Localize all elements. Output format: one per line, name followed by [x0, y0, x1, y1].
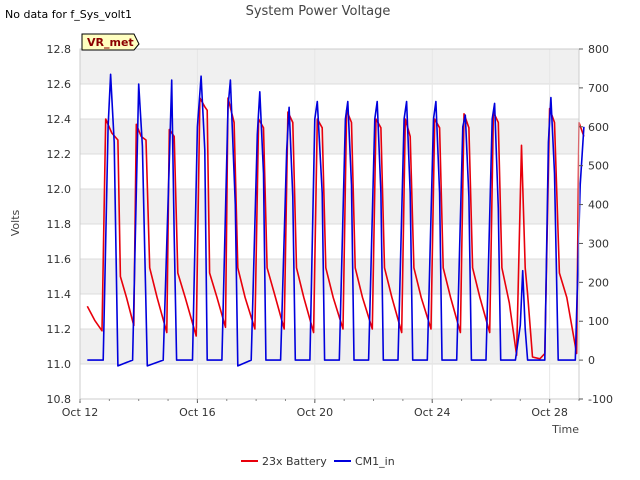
- x-tick-label: Oct 28: [531, 406, 568, 419]
- y2-tick-label: -100: [588, 393, 613, 406]
- grid-band: [80, 329, 579, 364]
- legend-label-cm1: CM1_in: [355, 455, 395, 468]
- x-tick-label: Oct 16: [179, 406, 216, 419]
- y-tick-label: 11.4: [47, 288, 72, 301]
- chart: No data for f_Sys_volt1 System Power Vol…: [0, 0, 640, 480]
- vr-met-badge: VR_met: [81, 33, 140, 51]
- y-tick-label: 12.0: [47, 183, 72, 196]
- grid-band: [80, 119, 579, 154]
- x-axis-title: Time: [551, 423, 579, 436]
- y-tick-label: 12.6: [47, 78, 72, 91]
- x-tick-label: Oct 24: [414, 406, 451, 419]
- y-tick-label: 11.2: [47, 323, 72, 336]
- legend-label-battery: 23x Battery: [262, 455, 327, 468]
- y2-tick-label: 600: [588, 121, 609, 134]
- x-tick-label: Oct 20: [297, 406, 334, 419]
- y-tick-label: 11.6: [47, 253, 72, 266]
- y-tick-label: 11.0: [47, 358, 72, 371]
- x-tick-label: Oct 12: [62, 406, 99, 419]
- y-tick-label: 12.2: [47, 148, 72, 161]
- y-tick-label: 12.4: [47, 113, 72, 126]
- y2-tick-label: 100: [588, 315, 609, 328]
- y2-tick-label: 500: [588, 160, 609, 173]
- chart-title: System Power Voltage: [246, 4, 391, 19]
- y2-tick-label: 700: [588, 82, 609, 95]
- legend: 23x Battery CM1_in: [241, 455, 395, 468]
- grid-band: [80, 189, 579, 224]
- y-tick-label: 12.8: [47, 43, 72, 56]
- no-data-note: No data for f_Sys_volt1: [5, 8, 132, 21]
- y2-tick-label: 800: [588, 43, 609, 56]
- y2-tick-label: 300: [588, 237, 609, 250]
- badge-label: VR_met: [87, 36, 134, 49]
- y-axis-title: Volts: [9, 209, 22, 236]
- y2-tick-label: 0: [588, 354, 595, 367]
- grid-band: [80, 49, 579, 84]
- y-tick-label: 11.8: [47, 218, 72, 231]
- y2-tick-label: 400: [588, 199, 609, 212]
- y2-tick-label: 200: [588, 276, 609, 289]
- y-tick-label: 10.8: [47, 393, 72, 406]
